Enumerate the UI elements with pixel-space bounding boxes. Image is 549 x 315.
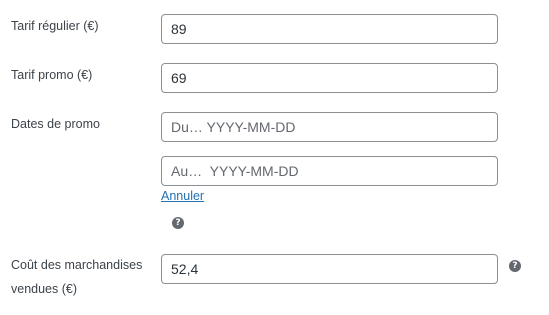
cancel-sale-dates-link[interactable]: Annuler	[161, 189, 204, 203]
regular-price-input[interactable]	[161, 14, 498, 44]
sale-dates-label: Dates de promo	[11, 117, 100, 131]
cost-of-goods-label-line2: vendues (€)	[11, 282, 78, 296]
cost-of-goods-input[interactable]	[161, 254, 498, 284]
sale-date-from-input[interactable]	[161, 112, 498, 142]
sale-price-label: Tarif promo (€)	[11, 68, 93, 82]
regular-price-label: Tarif régulier (€)	[11, 19, 99, 33]
sale-price-input[interactable]	[161, 63, 498, 93]
question-mark-icon[interactable]: ?	[172, 217, 184, 229]
sale-date-to-input[interactable]	[161, 156, 498, 186]
cost-of-goods-label-line1: Coût des marchandises	[11, 258, 143, 272]
question-mark-icon[interactable]: ?	[509, 260, 521, 272]
